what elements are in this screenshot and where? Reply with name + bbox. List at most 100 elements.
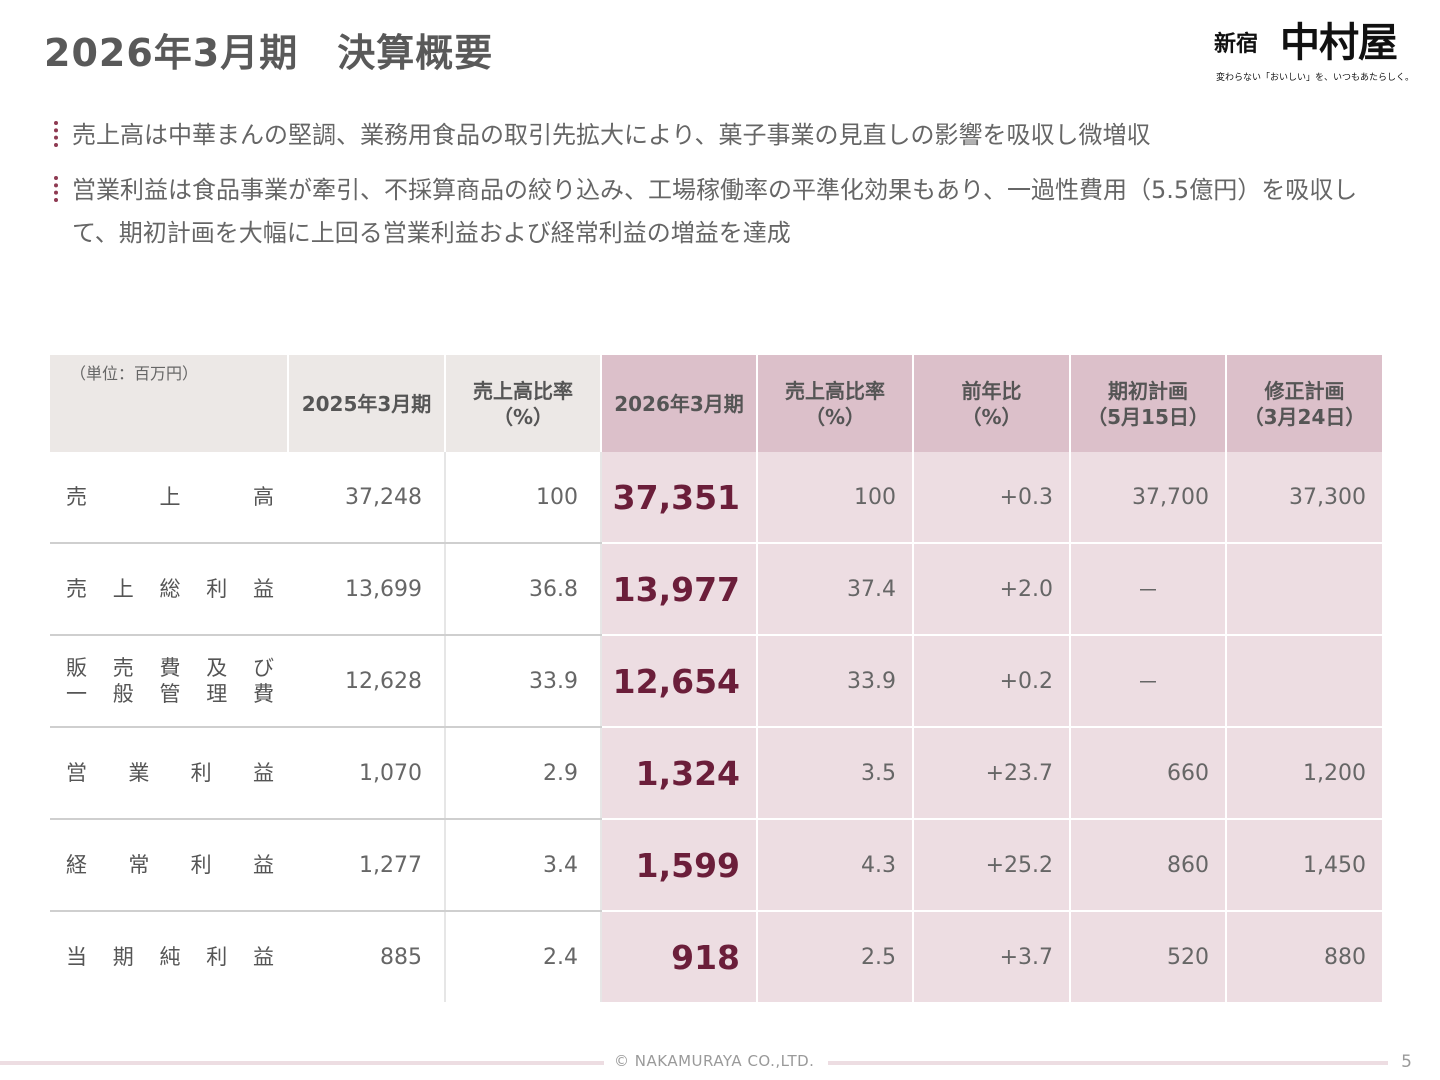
cell-revised-plan: 1,450 <box>1226 819 1384 912</box>
cell-prev-ratio: 3.4 <box>445 819 602 912</box>
row-label-char: 高 <box>253 485 274 509</box>
row-label-char: 利 <box>190 761 212 785</box>
cell-prev-ratio: 2.4 <box>445 911 602 1002</box>
row-label-char: 益 <box>253 945 274 969</box>
table-row: 経 常 利 益 1,277 3.4 1,599 4.3 +25.2 860 1,450 <box>50 819 1384 912</box>
table-row: 当 期 純 利 益 885 2.4 918 2.5 +3.7 520 880 <box>50 911 1384 1002</box>
row-label-char: 利 <box>190 853 212 877</box>
logo-tagline: 変わらない「おいしい」を、いつもあたらしく。 <box>1216 73 1415 83</box>
summary-bullets: 売上高は中華まんの堅調、業務用食品の取引先拡大により、菓子事業の見直しの影響を吸… <box>54 114 1384 267</box>
page-title: 2026年3月期 決算概要 <box>44 31 494 75</box>
row-label-char: 及 <box>206 656 228 680</box>
cell-revised-plan <box>1226 543 1384 636</box>
table-row: 売 上 総 利 益 13,699 36.8 13,977 37.4 +2.0 － <box>50 543 1384 636</box>
col-header-prev-ratio: 売上高比率 （%） <box>445 355 602 452</box>
cell-cur-year: 1,324 <box>601 727 758 820</box>
row-label-char: 費 <box>159 656 181 680</box>
cell-revised-plan: 880 <box>1226 911 1384 1002</box>
row-label-char: 期 <box>112 945 134 969</box>
footer-copyright: © NAKAMURAYA CO.,LTD. <box>614 1052 815 1070</box>
row-label-char: 純 <box>159 945 181 969</box>
row-label-char: 販 <box>66 656 87 680</box>
col-header-yoy: 前年比 （%） <box>913 355 1071 452</box>
summary-bullet: 営業利益は食品事業が牽引、不採算商品の絞り込み、工場稼働率の平準化効果もあり、一… <box>54 169 1384 255</box>
cell-initial-plan: 520 <box>1070 911 1227 1002</box>
col-header-cur-year: 2026年3月期 <box>601 355 758 452</box>
cell-prev-ratio: 36.8 <box>445 543 602 636</box>
row-label-char: 益 <box>252 853 274 877</box>
row-label-line: 販売費及び <box>66 655 274 681</box>
cell-prev-year: 885 <box>288 911 446 1002</box>
cell-initial-plan: 860 <box>1070 819 1227 912</box>
cell-prev-year: 1,277 <box>288 819 446 912</box>
cell-prev-ratio: 100 <box>445 452 602 544</box>
cell-cur-ratio: 37.4 <box>757 543 914 636</box>
col-header-prev-year: 2025年3月期 <box>288 355 446 452</box>
row-label-char: 一 <box>66 682 87 706</box>
cell-cur-year: 13,977 <box>601 543 758 636</box>
bullet-marker-icon <box>54 176 62 202</box>
row-label-line: 当期純利益 <box>66 944 274 970</box>
table-row: 営 業 利 益 1,070 2.9 1,324 3.5 +23.7 660 1,200 <box>50 727 1384 820</box>
row-label-line: 営業利益 <box>66 760 274 786</box>
row-label-char: 経 <box>66 853 87 877</box>
row-label-char: 売 <box>66 577 87 601</box>
row-label-line: 売上総利益 <box>66 576 274 602</box>
table-row: 売上高 37,248 100 37,351 100 +0.3 37,700 37,300 <box>50 452 1384 544</box>
row-label-char: 常 <box>128 853 150 877</box>
row-label: 経常利益 <box>50 819 288 912</box>
row-label-line: 一般管理費 <box>66 681 274 707</box>
row-label: 当期純利益 <box>50 911 288 1002</box>
company-logo: 新宿 中村屋 変わらない「おいしい」を、いつもあたらしく。 <box>1208 8 1418 88</box>
cell-yoy: +3.7 <box>913 911 1071 1002</box>
row-label: 売上高 <box>50 452 288 544</box>
cell-cur-year: 1,599 <box>601 819 758 912</box>
row-label-line: 経常利益 <box>66 852 274 878</box>
cell-initial-plan: － <box>1070 635 1227 728</box>
cell-prev-ratio: 2.9 <box>445 727 602 820</box>
table-row: 販売費及び一般管理費 12,628 33.9 12,654 33.9 +0.2 － <box>50 635 1384 728</box>
cell-revised-plan <box>1226 635 1384 728</box>
cell-cur-ratio: 4.3 <box>757 819 914 912</box>
table-header-row: （単位：百万円） 2025年3月期 売上高比率 （%） 2026年3月期 売上高比… <box>50 355 1384 452</box>
footer-divider-left <box>0 1061 604 1065</box>
cell-cur-ratio: 33.9 <box>757 635 914 728</box>
cell-revised-plan: 1,200 <box>1226 727 1384 820</box>
row-label-char: び <box>253 656 274 680</box>
financial-summary-table: （単位：百万円） 2025年3月期 売上高比率 （%） 2026年3月期 売上高比… <box>50 355 1384 1002</box>
row-label-char: 費 <box>253 682 274 706</box>
cell-initial-plan: 37,700 <box>1070 452 1227 544</box>
cell-prev-ratio: 33.9 <box>445 635 602 728</box>
cell-cur-year: 918 <box>601 911 758 1002</box>
unit-label: （単位：百万円） <box>50 355 289 452</box>
cell-cur-year: 12,654 <box>601 635 758 728</box>
row-label-char: 上 <box>159 485 181 509</box>
cell-initial-plan: 660 <box>1070 727 1227 820</box>
row-label-char: 当 <box>66 945 87 969</box>
footer-divider-right <box>828 1061 1388 1065</box>
cell-cur-ratio: 3.5 <box>757 727 914 820</box>
row-label-char: 利 <box>206 577 228 601</box>
logo-main-text: 中村屋 <box>1280 20 1398 66</box>
row-label-char: 総 <box>159 577 181 601</box>
cell-prev-year: 1,070 <box>288 727 446 820</box>
row-label-char: 般 <box>112 682 134 706</box>
cell-cur-year: 37,351 <box>601 452 758 544</box>
logo-small-text: 新宿 <box>1214 32 1259 57</box>
cell-yoy: +23.7 <box>913 727 1071 820</box>
page-number: 5 <box>1401 1052 1412 1072</box>
cell-prev-year: 13,699 <box>288 543 446 636</box>
cell-revised-plan: 37,300 <box>1226 452 1384 544</box>
cell-initial-plan: － <box>1070 543 1227 636</box>
row-label: 営業利益 <box>50 727 288 820</box>
bullet-marker-icon <box>54 121 62 147</box>
cell-yoy: +2.0 <box>913 543 1071 636</box>
row-label-char: 売 <box>66 485 87 509</box>
col-header-revised-plan: 修正計画 （3月24日） <box>1226 355 1384 452</box>
row-label-char: 管 <box>159 682 181 706</box>
col-header-cur-ratio: 売上高比率 （%） <box>757 355 914 452</box>
row-label-char: 益 <box>253 577 274 601</box>
row-label-line: 売上高 <box>66 484 274 510</box>
col-header-initial-plan: 期初計画 （5月15日） <box>1070 355 1227 452</box>
summary-bullet: 売上高は中華まんの堅調、業務用食品の取引先拡大により、菓子事業の見直しの影響を吸… <box>54 114 1384 157</box>
